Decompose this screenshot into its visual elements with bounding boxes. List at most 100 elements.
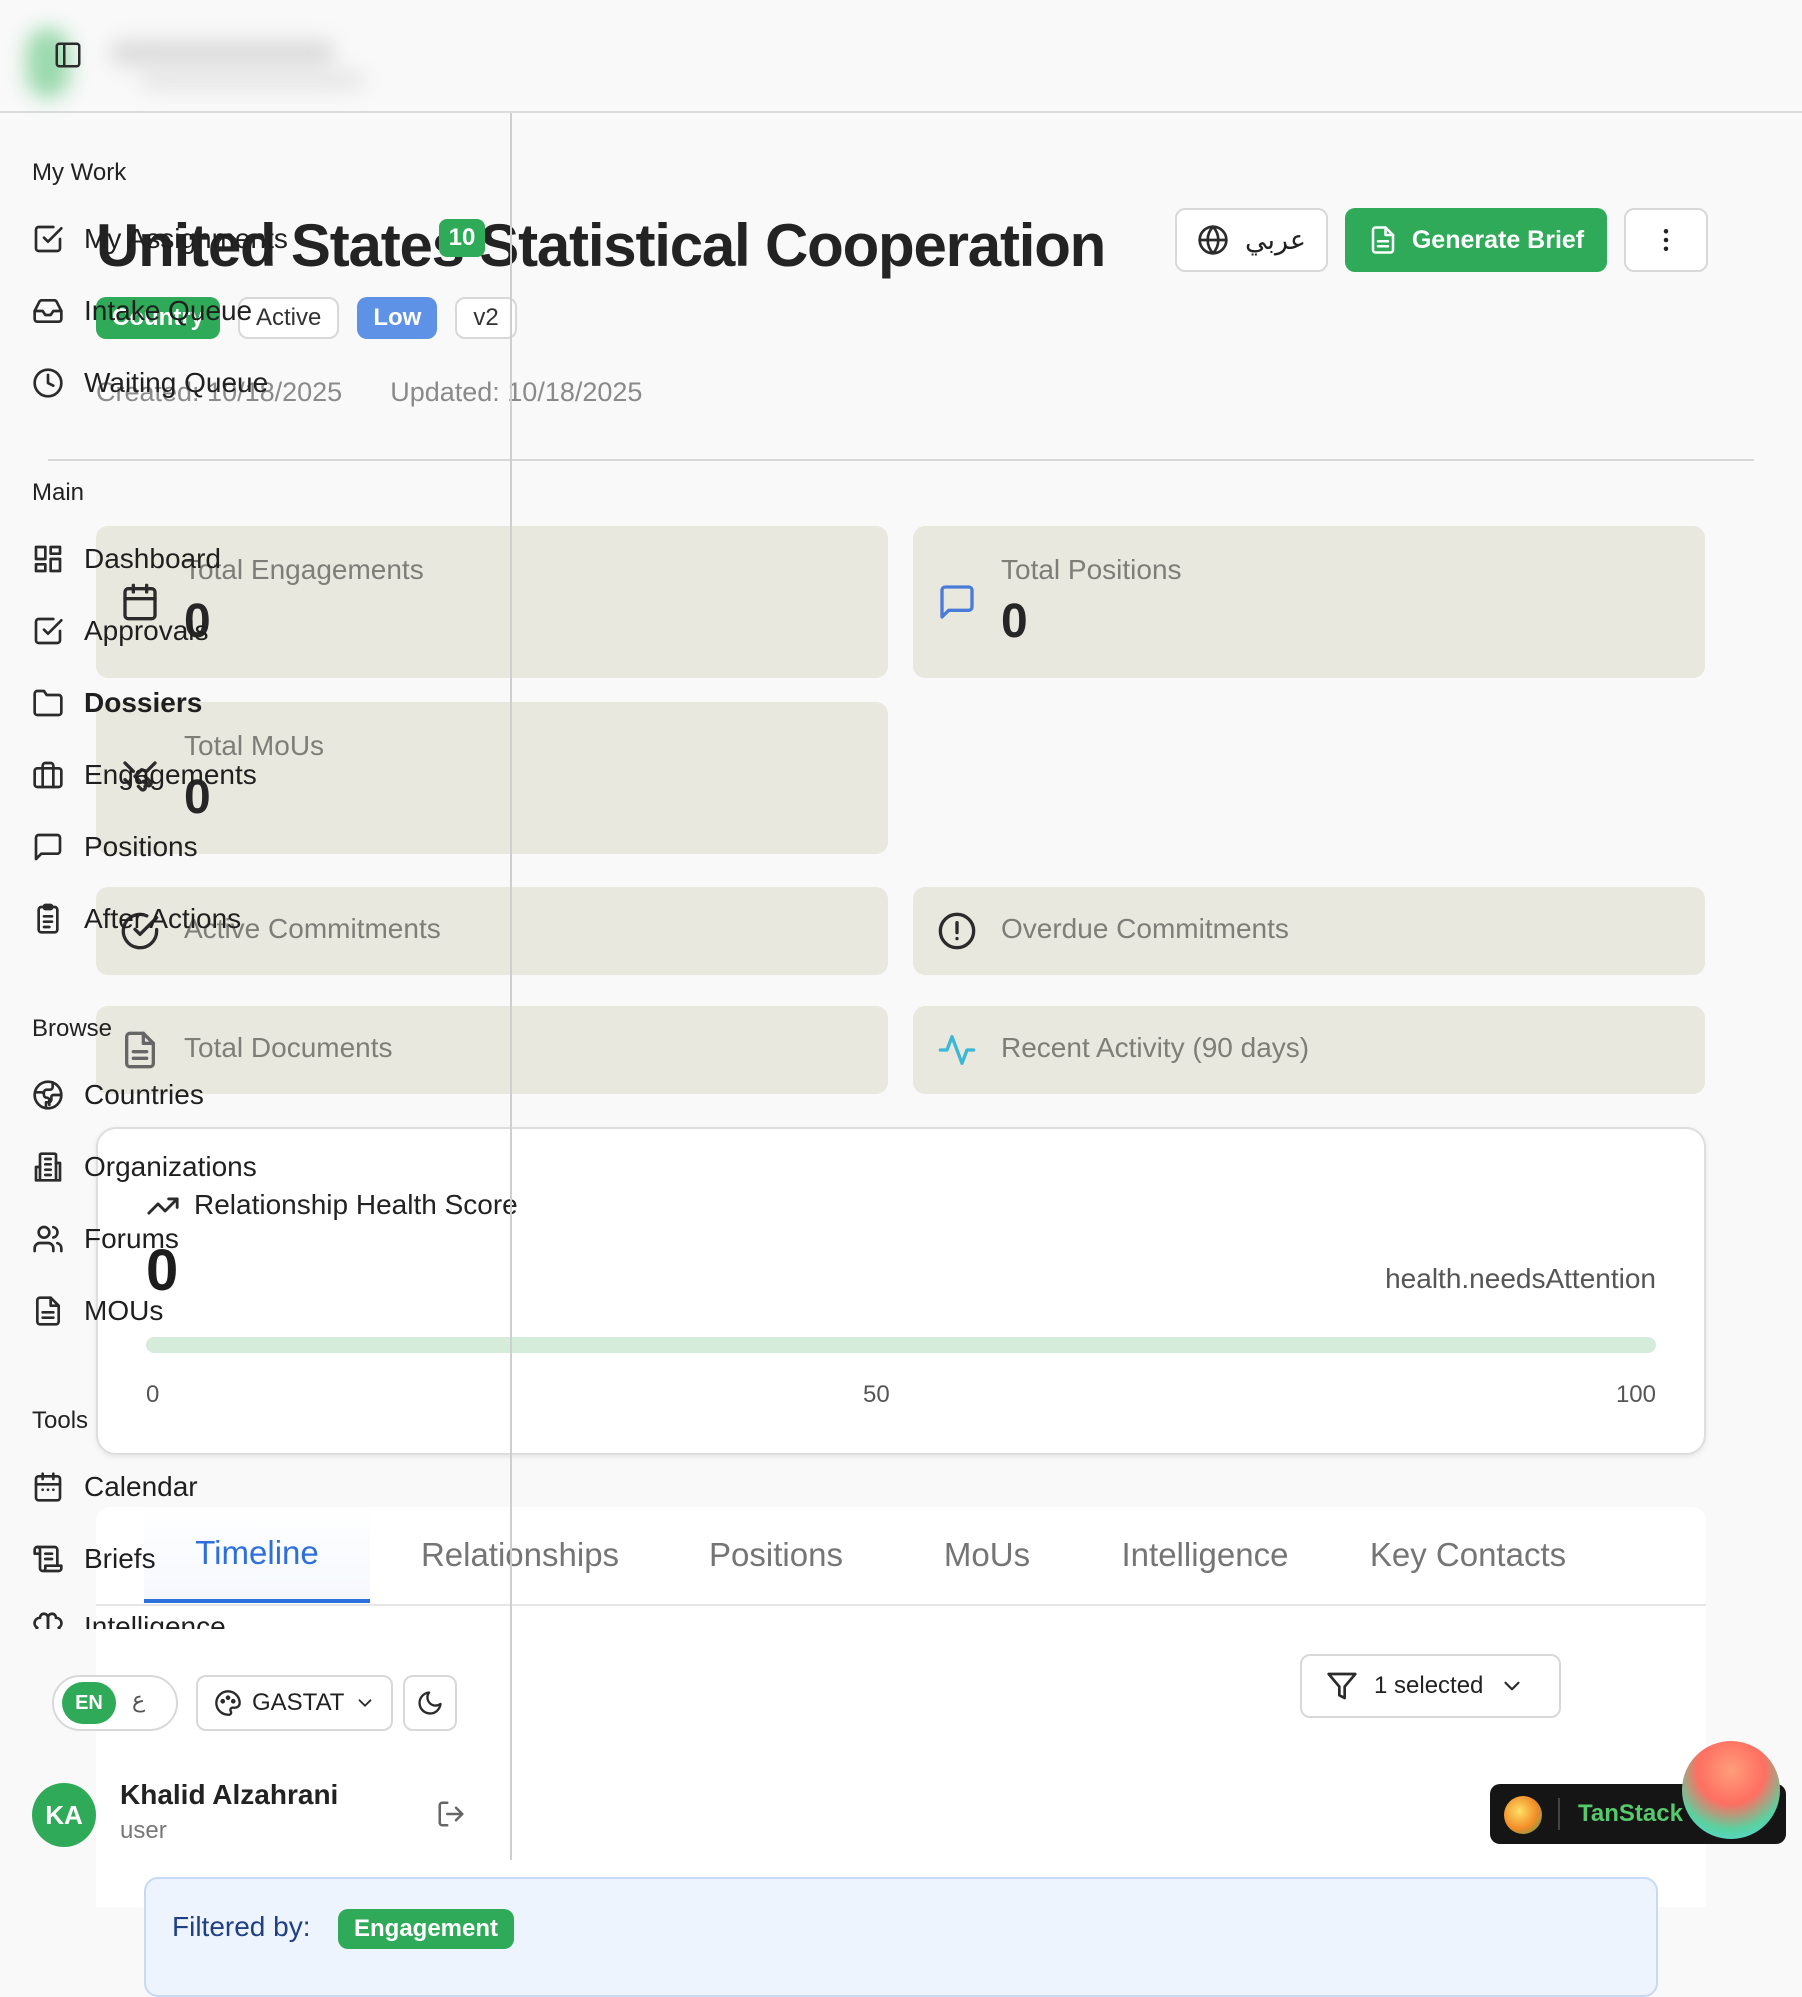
sidebar-item-label: Organizations: [84, 1151, 257, 1182]
chevron-down-icon: [1499, 1673, 1525, 1699]
sidebar-item-label: Engagements: [84, 759, 257, 790]
sidebar-item-dashboard[interactable]: Dashboard: [32, 537, 221, 581]
sidebar-item-engagements[interactable]: Engagements: [32, 753, 257, 797]
alert-circle-icon: [937, 911, 977, 951]
sidebar-item-label: After Actions: [84, 903, 242, 934]
sidebar-item-label: Approvals: [84, 615, 209, 646]
tanstack-logo-icon: [1504, 1796, 1542, 1834]
activity-icon: [937, 1030, 977, 1070]
moon-icon: [416, 1689, 444, 1717]
filter-icon: [1326, 1670, 1358, 1702]
sidebar-item-forums[interactable]: Forums: [32, 1217, 179, 1261]
tab-mous[interactable]: MoUs: [882, 1507, 1092, 1603]
chevron-down-icon: [354, 1692, 376, 1714]
sidebar-item-intelligence[interactable]: Intelligence: [32, 1605, 226, 1629]
sidebar-item-label: Waiting Queue: [84, 367, 269, 398]
devtools-orb-icon[interactable]: [1682, 1741, 1780, 1839]
sidebar-item-after-actions[interactable]: After Actions: [32, 897, 241, 941]
devtools-label: TanStack: [1578, 1800, 1683, 1827]
scale-tick-max: 100: [1615, 1381, 1656, 1408]
header-actions: عربي Generate Brief: [1175, 208, 1708, 272]
sidebar-item-label: Briefs: [84, 1543, 156, 1574]
more-actions-button[interactable]: [1624, 208, 1708, 272]
stat-label: Total Positions: [1001, 554, 1182, 585]
app-subtitle-blurred: [140, 70, 365, 90]
sidebar-item-label: Forums: [84, 1223, 179, 1254]
language-en-option[interactable]: EN: [62, 1682, 116, 1724]
stat-value: 0: [1001, 595, 1028, 648]
users-icon: [32, 1223, 64, 1255]
stat-label: Overdue Commitments: [1001, 913, 1289, 944]
check-square-icon: [32, 615, 64, 647]
generate-brief-button[interactable]: Generate Brief: [1345, 208, 1607, 272]
sidebar-item-label: Positions: [84, 831, 198, 862]
more-vertical-icon: [1651, 225, 1681, 255]
stat-card-recent-activity: Recent Activity (90 days): [913, 1006, 1705, 1094]
top-bar: [0, 0, 1802, 113]
message-square-icon: [937, 582, 977, 622]
tab-key-contacts[interactable]: Key Contacts: [1318, 1507, 1618, 1603]
sidebar-item-calendar[interactable]: Calendar: [32, 1465, 198, 1509]
folder-icon: [32, 687, 64, 719]
scroll-icon: [32, 1543, 64, 1575]
language-switch-label: عربي: [1244, 224, 1307, 255]
filter-chip-engagement[interactable]: Engagement: [338, 1909, 515, 1949]
sidebar-item-label: Calendar: [84, 1471, 198, 1502]
avatar[interactable]: KA: [32, 1783, 96, 1847]
sidebar-item-label: Dossiers: [84, 687, 203, 718]
health-status: health.needsAttention: [1385, 1263, 1656, 1294]
panel-left-icon: [53, 40, 83, 70]
tab-intelligence[interactable]: Intelligence: [1092, 1507, 1318, 1603]
user-name: Khalid Alzahrani: [120, 1779, 339, 1810]
stat-label: Recent Activity (90 days): [1001, 1032, 1310, 1063]
generate-brief-label: Generate Brief: [1411, 225, 1585, 254]
sidebar-item-organizations[interactable]: Organizations: [32, 1145, 257, 1189]
section-tools: Tools: [32, 1407, 89, 1434]
devtools-separator: [1558, 1798, 1560, 1830]
filter-selected-label: 1 selected: [1374, 1672, 1484, 1699]
event-type-filter-button[interactable]: 1 selected: [1300, 1654, 1561, 1718]
filtered-by-label: Filtered by:: [172, 1911, 311, 1942]
sidebar-item-dossiers[interactable]: Dossiers: [32, 681, 202, 725]
file-text-icon: [1368, 225, 1398, 255]
language-ar-option[interactable]: ع: [132, 1687, 145, 1713]
logout-icon[interactable]: [436, 1799, 466, 1829]
section-browse: Browse: [32, 1015, 113, 1042]
briefcase-icon: [32, 759, 64, 791]
active-filters-banner: Filtered by: Engagement: [144, 1877, 1658, 1997]
inbox-icon: [32, 295, 64, 327]
brain-icon: [32, 1611, 64, 1629]
sidebar-item-my-assignments[interactable]: My Assignments: [32, 217, 288, 261]
section-main: Main: [32, 479, 85, 506]
section-my-work: My Work: [32, 159, 127, 186]
sidebar-item-approvals[interactable]: Approvals: [32, 609, 209, 653]
sidebar-nav[interactable]: My Work My Assignments 10 Intake Queue W…: [0, 111, 508, 1629]
language-toggle[interactable]: EN ع: [52, 1675, 178, 1731]
calendar-icon: [32, 1471, 64, 1503]
dark-mode-toggle[interactable]: [403, 1675, 457, 1731]
sidebar-item-mous[interactable]: MOUs: [32, 1289, 163, 1333]
sidebar-item-label: Countries: [84, 1079, 204, 1110]
clipboard-list-icon: [32, 903, 64, 935]
theme-select-value: GASTAT: [252, 1689, 345, 1716]
app-title-blurred: [110, 40, 335, 66]
scale-tick-mid: 50: [863, 1381, 890, 1408]
globe-icon: [32, 1079, 64, 1111]
tab-positions[interactable]: Positions: [670, 1507, 882, 1603]
sidebar-item-label: My Assignments: [84, 223, 288, 254]
assignments-count-badge: 10: [439, 219, 485, 257]
clock-icon: [32, 367, 64, 399]
sidebar-item-label: Intelligence: [84, 1611, 226, 1629]
sidebar-item-waiting-queue[interactable]: Waiting Queue: [32, 361, 268, 405]
sidebar-item-positions[interactable]: Positions: [32, 825, 198, 869]
language-switch-button[interactable]: عربي: [1175, 208, 1328, 272]
message-square-icon: [32, 831, 64, 863]
sidebar-toggle-button[interactable]: [48, 38, 88, 72]
sidebar-item-intake-queue[interactable]: Intake Queue: [32, 289, 252, 333]
sidebar-item-label: MOUs: [84, 1295, 164, 1326]
user-role: user: [120, 1817, 167, 1844]
theme-select[interactable]: GASTAT: [196, 1675, 393, 1731]
sidebar-item-countries[interactable]: Countries: [32, 1073, 204, 1117]
file-text-icon: [32, 1295, 64, 1327]
sidebar-item-briefs[interactable]: Briefs: [32, 1537, 156, 1581]
